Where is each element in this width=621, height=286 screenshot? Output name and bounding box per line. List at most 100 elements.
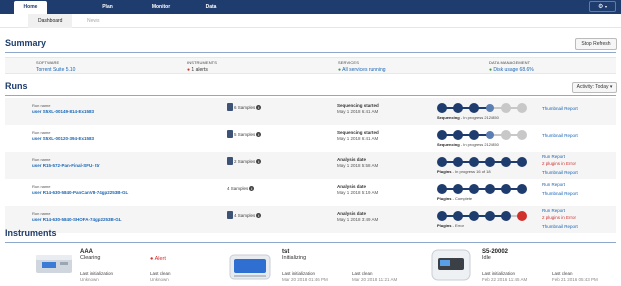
run-row[interactable]: Run name user R14-630-5840-PanCanV8-74gp2… [5,179,616,206]
subtab-news[interactable]: News [87,14,100,28]
progress-step [437,103,447,113]
samples-count[interactable]: 4 Samples i [234,213,262,219]
run-report-link[interactable]: Run Report [542,182,565,187]
run-name-link[interactable]: user R15-572-Pan-Final-SFU- ttr [32,163,100,168]
samples-label: 6 Samples [234,105,256,110]
run-name-label: Run name [32,211,51,216]
run-progress [437,103,527,113]
instruments-label: INSTRUMENTS [187,60,217,65]
thumbnail-report-link[interactable]: Thumbnail Report [542,191,578,196]
run-row[interactable]: Run name user R15-572-Pan-Final-SFU- ttr 2… [5,152,616,179]
tab-monitor[interactable]: Monitor [147,1,175,14]
thumbnail-report-link[interactable]: Thumbnail Report [542,133,578,138]
run-report-link[interactable]: Run Report [542,208,565,213]
disk-usage: Disk usage 68.6% [493,67,534,73]
samples-icon [227,157,233,165]
progress-step [469,157,479,167]
run-row[interactable]: Run name user S5XL-00149-814-Ex1583 6 Samp… [5,98,616,125]
samples-count[interactable]: 6 Samples i [234,105,262,111]
samples-count[interactable]: 2 Samples i [234,159,262,165]
samples-count[interactable]: 4 Samples i [227,186,255,192]
samples-icon [227,103,233,111]
runs-title: Runs [5,81,28,91]
info-icon[interactable]: i [249,186,255,192]
progress-step [501,211,511,221]
progress-step [517,184,527,194]
run-name-link[interactable]: user S5XL-00120-394-Ex1583 [32,136,94,141]
instruments-title: Instruments [5,228,57,238]
progress-step [469,184,479,194]
plugins-error-link[interactable]: 2 plugins in Error [542,215,576,220]
tab-home[interactable]: Home [14,1,47,14]
run-progress [437,211,527,221]
progress-step [485,211,495,221]
last-init-value: Feb 22 2016 11:45 AM [482,277,528,282]
software-value[interactable]: Torrent Suite 5.10 [36,67,75,73]
last-init-label: Last initialization [282,271,316,276]
instrument-image [36,255,72,273]
thumbnail-report-link[interactable]: Thumbnail Report [542,224,578,229]
info-icon[interactable]: i [256,159,262,165]
last-clean-value: Mar 20 2018 11:21 AM [352,277,398,282]
run-stage: Plugins - Error [437,223,464,228]
instrument-image [229,254,271,280]
instrument-alert[interactable]: ● Alert [150,256,166,262]
samples-count[interactable]: 5 Samples i [234,132,262,138]
info-icon[interactable]: i [256,132,262,138]
progress-step [437,211,447,221]
progress-step [453,103,463,113]
thumbnail-report-link[interactable]: Thumbnail Report [542,170,578,175]
run-name-link[interactable]: user S5XL-00149-814-Ex1583 [32,109,94,114]
progress-step [517,157,527,167]
divider [5,95,616,96]
services-value[interactable]: ● All services running [338,67,386,73]
progress-step [453,184,463,194]
progress-step [517,211,527,221]
last-clean-value: Unknown [150,277,169,282]
stop-refresh-button[interactable]: Stop Refresh [575,38,617,50]
data-management-value[interactable]: ● Disk usage 68.6% [489,67,534,73]
gear-icon: ⚙ [597,4,604,10]
run-name-link[interactable]: user R14-630-5840-SHOFA-74gp2253B-GL [32,217,122,222]
subtab-dashboard[interactable]: Dashboard [28,14,73,28]
progress-step [501,103,511,113]
run-report-link[interactable]: Run Report [542,154,565,159]
run-status-label: Analysis date [337,157,367,162]
thumbnail-report-link[interactable]: Thumbnail Report [542,106,578,111]
chevron-down-icon: ▾ [605,4,608,9]
run-progress [437,184,527,194]
run-status-label: Analysis date [337,184,367,189]
run-date: May 1 2018 5:19 AM [337,190,379,195]
progress-step [485,184,495,194]
instruments-value[interactable]: ● 1 alerts [187,67,208,73]
progress-step [437,130,447,140]
run-row[interactable]: Run name user S5XL-00120-394-Ex1583 5 Samp… [5,125,616,152]
info-icon[interactable]: i [256,105,262,111]
progress-step [469,103,479,113]
progress-step [437,157,447,167]
last-init-value: Mar 20 2018 01:46 PM [282,277,328,282]
run-stage: Plugins - Complete [437,196,473,201]
tab-plan[interactable]: Plan [95,1,120,14]
services-status: All services running [342,67,386,73]
activity-filter-button[interactable]: Activity: Today ▾ [572,82,617,93]
info-icon[interactable]: i [256,213,262,219]
run-name-label: Run name [32,103,51,108]
tab-data[interactable]: Data [200,1,222,14]
run-date: May 1 2018 3:49 AM [337,217,379,222]
last-clean-label: Last clean [552,271,573,276]
data-management-label: DATA MANAGEMENT [489,60,531,65]
progress-step [453,157,463,167]
samples-icon [227,211,233,219]
run-name-label: Run name [32,157,51,162]
run-stage: Sequencing - In progress 212/850 [437,142,499,147]
run-name-link[interactable]: user R14-630-5840-PanCanV8-74gp2253B-GL [32,190,128,195]
run-stage: Plugins - In progress 16 of 18 [437,169,491,174]
progress-step [453,130,463,140]
run-stage: Sequencing - In progress 212/850 [437,115,499,120]
instrument-status: Clearing [80,255,101,261]
plugins-error-link[interactable]: 2 plugins in Error [542,161,576,166]
progress-step [453,211,463,221]
run-row[interactable]: Run name user R14-630-5840-SHOFA-74gp2253… [5,206,616,233]
settings-button[interactable]: ⚙ ▾ [589,1,616,12]
